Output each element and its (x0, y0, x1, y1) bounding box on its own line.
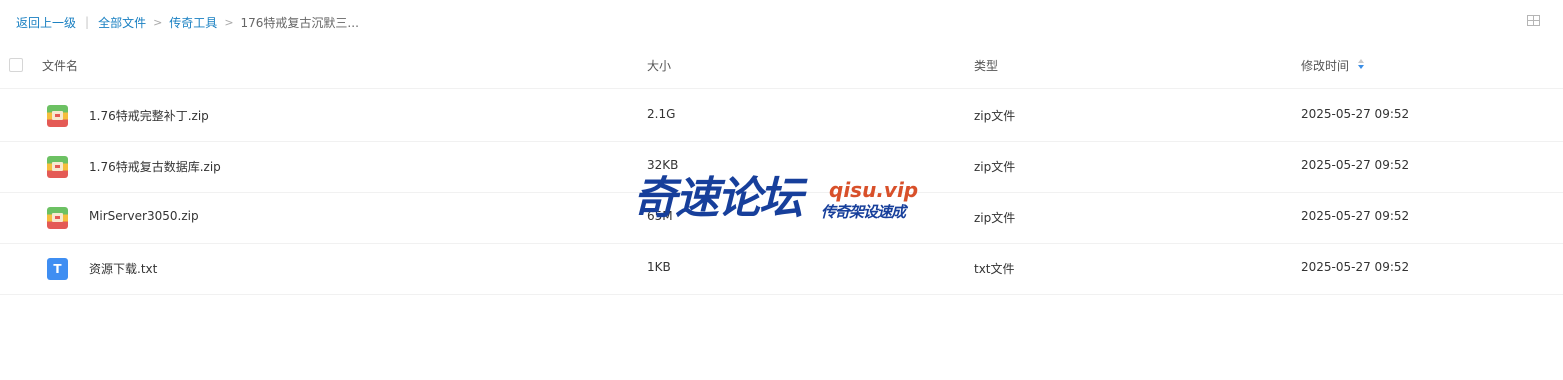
file-modified: 2025-05-27 09:52 (1301, 209, 1410, 223)
column-header-size[interactable]: 大小 (647, 57, 671, 74)
file-name[interactable]: 1.76特戒复古数据库.zip (89, 158, 221, 175)
all-files-link[interactable]: 全部文件 (98, 14, 146, 31)
chevron-right-icon: > (224, 15, 234, 29)
select-all-checkbox[interactable] (9, 58, 23, 72)
table-row[interactable]: 1.76特戒完整补丁.zip 2.1G zip文件 2025-05-27 09:… (0, 90, 1563, 142)
file-modified: 2025-05-27 09:52 (1301, 260, 1410, 274)
grid-view-icon[interactable] (1527, 15, 1540, 26)
table-row[interactable]: MirServer3050.zip 65M zip文件 2025-05-27 0… (0, 192, 1563, 244)
column-header-modified[interactable]: 修改时间 (1301, 57, 1349, 74)
breadcrumb: 返回上一级 | 全部文件 > 传奇工具 > 176特戒复古沉默三... (16, 13, 359, 31)
file-size: 2.1G (647, 107, 676, 121)
file-size: 1KB (647, 260, 671, 274)
file-size: 65M (647, 209, 673, 223)
table-header: 文件名 大小 类型 修改时间 (0, 48, 1563, 89)
file-type: txt文件 (974, 262, 1015, 276)
file-type: zip文件 (974, 160, 1016, 174)
column-header-name[interactable]: 文件名 (42, 57, 78, 74)
zip-file-icon (47, 156, 68, 178)
file-type: zip文件 (974, 109, 1016, 123)
file-name[interactable]: 1.76特戒完整补丁.zip (89, 107, 209, 124)
current-folder: 176特戒复古沉默三... (240, 15, 359, 30)
column-header-type[interactable]: 类型 (974, 57, 998, 74)
chevron-right-icon: > (153, 15, 163, 29)
file-modified: 2025-05-27 09:52 (1301, 158, 1410, 172)
sort-icon[interactable] (1358, 59, 1365, 73)
zip-file-icon (47, 207, 68, 229)
file-name[interactable]: MirServer3050.zip (89, 209, 199, 223)
breadcrumb-divider: | (85, 15, 90, 29)
back-link[interactable]: 返回上一级 (16, 14, 76, 31)
table-row[interactable]: T 资源下载.txt 1KB txt文件 2025-05-27 09:52 (0, 243, 1563, 295)
file-size: 32KB (647, 158, 679, 172)
file-name[interactable]: 资源下载.txt (89, 260, 157, 277)
file-type: zip文件 (974, 211, 1016, 225)
zip-file-icon (47, 105, 68, 127)
txt-file-icon: T (47, 258, 68, 280)
file-modified: 2025-05-27 09:52 (1301, 107, 1410, 121)
table-row[interactable]: 1.76特戒复古数据库.zip 32KB zip文件 2025-05-27 09… (0, 141, 1563, 193)
folder-link[interactable]: 传奇工具 (169, 14, 217, 31)
